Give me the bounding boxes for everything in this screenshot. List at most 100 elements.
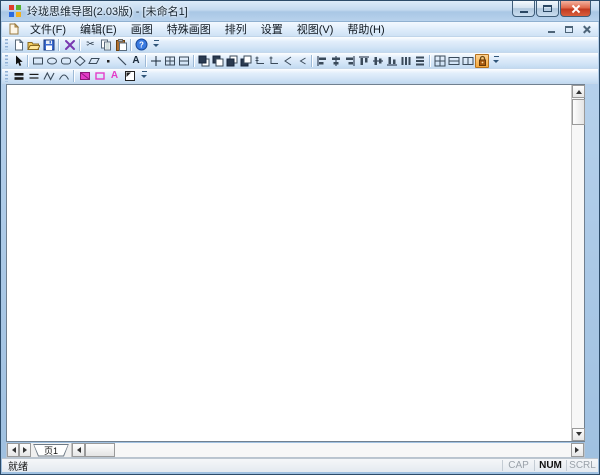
rounded-rectangle-tool-button[interactable] [59,54,73,68]
rectangle-icon [32,55,44,67]
toolbar-drag-handle[interactable] [5,55,8,66]
align-top-button[interactable] [357,54,371,68]
distribute-vertical-button[interactable] [413,54,427,68]
vertical-scroll-track[interactable] [572,125,584,428]
menu-bar: 文件(F) 编辑(E) 画图 特殊画图 排列 设置 视图(V) 帮助(H) [2,22,598,37]
bring-forward-button[interactable] [225,54,239,68]
connector-angle-button[interactable] [281,54,295,68]
curve-icon [43,70,55,82]
paste-icon [115,39,127,51]
connector-elbow2-button[interactable] [267,54,281,68]
ellipse-tool-button[interactable] [45,54,59,68]
mdi-minimize-button[interactable] [544,23,558,35]
align-left-button[interactable] [315,54,329,68]
help-button[interactable]: ? [134,38,149,52]
scroll-left-button[interactable] [72,443,85,457]
menu-settings[interactable]: 设置 [254,20,290,38]
toolbar-options-button[interactable] [139,69,149,83]
line-icon [116,55,128,67]
menu-draw[interactable]: 画图 [124,20,160,38]
arc-tool-button[interactable] [56,69,71,83]
distribute-horizontal-icon [400,55,412,67]
horizontal-scroll-track[interactable] [115,443,571,457]
special-x-button[interactable] [62,38,77,52]
horizontal-scrollbar[interactable] [71,443,584,457]
align-center-button[interactable] [329,54,343,68]
menu-edit[interactable]: 编辑(E) [73,20,124,38]
paste-button[interactable] [113,38,128,52]
rectangle-tool-button[interactable] [31,54,45,68]
cut-button[interactable]: ✂ [83,38,98,52]
maximize-button[interactable] [536,1,559,17]
parallelogram-tool-button[interactable] [87,54,101,68]
tab-scroll-left-button[interactable] [7,443,19,457]
menu-arrange[interactable]: 排列 [218,20,254,38]
same-width-button[interactable] [461,54,475,68]
plus-tool-button[interactable] [149,54,163,68]
drawing-canvas[interactable] [7,85,571,441]
send-to-back-button[interactable] [211,54,225,68]
font-color-icon: A [111,71,118,81]
line-width-button[interactable] [11,69,26,83]
align-bottom-button[interactable] [385,54,399,68]
send-backward-button[interactable] [239,54,253,68]
diamond-tool-button[interactable] [73,54,87,68]
page-tab-label[interactable]: 页1 [34,445,68,456]
mdi-restore-button[interactable] [562,23,576,35]
menu-help[interactable]: 帮助(H) [340,20,391,38]
scroll-down-button[interactable] [572,428,585,441]
new-button[interactable] [11,38,26,52]
pattern-button[interactable] [122,69,137,83]
font-color-button[interactable]: A [107,69,122,83]
point-tool-button[interactable] [101,54,115,68]
vertical-scrollbar[interactable] [571,85,584,441]
scroll-lock-indicator: SCRL [566,460,598,471]
align-top-icon [358,55,370,67]
minimize-button[interactable] [512,1,535,17]
title-bar[interactable]: 玲珑思维导图(2.03版) - [未命名1] [1,1,599,22]
same-height-icon [448,55,460,67]
scroll-right-button[interactable] [571,443,584,457]
tab-scroll-right-button[interactable] [19,443,31,457]
toolbar-separator [193,55,194,67]
toolbar-drag-handle[interactable] [5,71,8,82]
mdi-close-icon [583,25,591,33]
grid-row-tool-button[interactable] [177,54,191,68]
curve-tool-button[interactable] [41,69,56,83]
same-height-button[interactable] [447,54,461,68]
save-button[interactable] [41,38,56,52]
vertical-scroll-thumb[interactable] [572,99,585,125]
toolbar-separator [429,55,430,67]
toolbar-options-button[interactable] [151,38,161,52]
same-size-button[interactable] [433,54,447,68]
line-style-button[interactable] [26,69,41,83]
align-middle-button[interactable] [371,54,385,68]
align-right-button[interactable] [343,54,357,68]
connector-angle2-button[interactable] [295,54,309,68]
copy-button[interactable] [98,38,113,52]
menu-special-draw[interactable]: 特殊画图 [160,20,218,38]
menu-view[interactable]: 视图(V) [290,20,341,38]
lock-button[interactable] [475,54,489,68]
toolbar-options-button[interactable] [491,54,501,68]
horizontal-scroll-thumb[interactable] [85,443,115,457]
select-tool-button[interactable] [11,54,25,68]
distribute-horizontal-button[interactable] [399,54,413,68]
grid-tool-button[interactable] [163,54,177,68]
open-button[interactable] [26,38,41,52]
line-tool-button[interactable] [115,54,129,68]
mdi-close-button[interactable] [580,23,594,35]
page-tab[interactable]: 页1 [33,444,69,457]
close-button[interactable] [560,1,591,17]
fill-color-button[interactable] [77,69,92,83]
scroll-up-button[interactable] [572,85,585,98]
toolbar-drag-handle[interactable] [5,39,8,50]
same-width-icon [462,55,474,67]
menu-file[interactable]: 文件(F) [23,20,73,38]
grid-row-icon [178,55,190,67]
bring-to-front-button[interactable] [197,54,211,68]
line-color-button[interactable] [92,69,107,83]
text-tool-button[interactable]: A [129,54,143,68]
connector-elbow-button[interactable] [253,54,267,68]
line-width-icon [13,70,25,82]
